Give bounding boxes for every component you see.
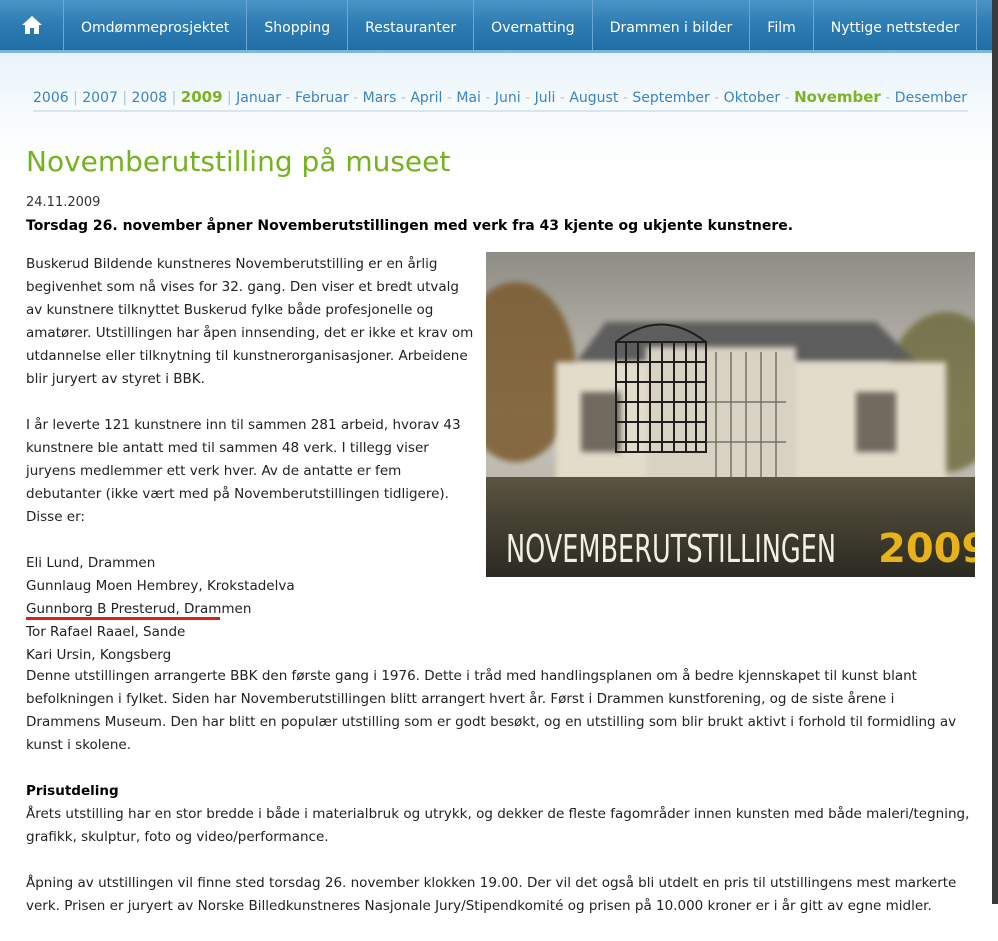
month-link-november-active[interactable]: November [794,88,881,106]
month-link-august[interactable]: August [569,90,618,106]
year-link-2008[interactable]: 2008 [132,90,168,106]
separator: | [227,90,237,106]
article-section: Prisutdeling Årets utstilling har en sto… [26,780,972,849]
poster-title-text: NOVEMBERUTSTILLINGEN [506,527,836,571]
article-lead: Torsdag 26. november åpner Novemberutsti… [26,218,794,234]
home-icon [21,16,42,34]
poster-year-text: 2009 [878,526,975,572]
month-link-september[interactable]: September [632,90,709,106]
month-link-juli[interactable]: Juli [535,90,556,106]
article-paragraph: Denne utstillingen arrangerte BBK den fø… [26,668,957,753]
right-edge-strip [992,0,998,904]
month-link-februar[interactable]: Februar [295,90,349,106]
article-paragraph: Buskerud Bildende kunstneres Novemberuts… [26,256,474,387]
exhibition-poster-image: NOVEMBERUTSTILLINGEN 2009 [486,252,975,577]
separator: | [73,90,83,106]
debutant-list: Eli Lund, Drammen Gunnlaug Moen Hembrey,… [26,552,474,667]
home-button[interactable] [0,0,64,50]
nav-item-restauranter[interactable]: Restauranter [348,0,475,50]
year-link-2007[interactable]: 2007 [82,90,118,106]
nav-item-film[interactable]: Film [750,0,814,50]
red-underline-annotation [26,617,220,620]
year-link-2006[interactable]: 2006 [33,90,69,106]
month-link-april[interactable]: April [410,90,442,106]
museum-building-illustration: NOVEMBERUTSTILLINGEN 2009 [486,252,975,577]
nav-item-omdommeprosjektet[interactable]: Omdømmeprosjektet [64,0,248,50]
article-date: 24.11.2009 [26,195,101,210]
list-item: Gunnlaug Moen Hembrey, Krokstadelva [26,578,295,594]
month-link-mai[interactable]: Mai [456,90,481,106]
separator: | [171,90,181,106]
article-title: Novemberutstilling på museet [26,145,451,178]
article-intro-column: Buskerud Bildende kunstneres Novemberuts… [26,253,474,667]
year-link-2009-active[interactable]: 2009 [181,88,223,106]
section-heading-prisutdeling: Prisutdeling [26,783,119,799]
nav-item-nyttige-nettsteder[interactable]: Nyttige nettsteder [814,0,978,50]
list-item: Eli Lund, Drammen [26,555,156,571]
nav-item-shopping[interactable]: Shopping [247,0,349,50]
month-link-mars[interactable]: Mars [363,90,397,106]
content-area: 2006 | 2007 | 2008 | 2009 | Januar - Feb… [0,53,992,914]
list-item-highlighted: Tor Rafael Raael, Sande [26,624,186,640]
article-paragraph: Årets utstilling har en stor bredde i bå… [26,806,970,845]
month-link-juni[interactable]: Juni [495,90,521,106]
date-filter-bar: 2006 | 2007 | 2008 | 2009 | Januar - Feb… [33,88,968,112]
article-body: Denne utstillingen arrangerte BBK den fø… [26,665,972,941]
article-paragraph: Åpning av utstillingen vil finne sted to… [26,875,957,914]
month-link-januar[interactable]: Januar [236,90,281,106]
month-link-desember[interactable]: Desember [895,90,967,106]
nav-item-drammen-i-bilder[interactable]: Drammen i bilder [593,0,751,50]
nav-item-overnatting[interactable]: Overnatting [474,0,593,50]
month-link-oktober[interactable]: Oktober [724,90,780,106]
article-paragraph: I år leverte 121 kunstnere inn til samme… [26,417,461,525]
list-item: Kari Ursin, Kongsberg [26,647,172,663]
separator: | [122,90,132,106]
top-navigation: Omdømmeprosjektet Shopping Restauranter … [0,0,992,53]
